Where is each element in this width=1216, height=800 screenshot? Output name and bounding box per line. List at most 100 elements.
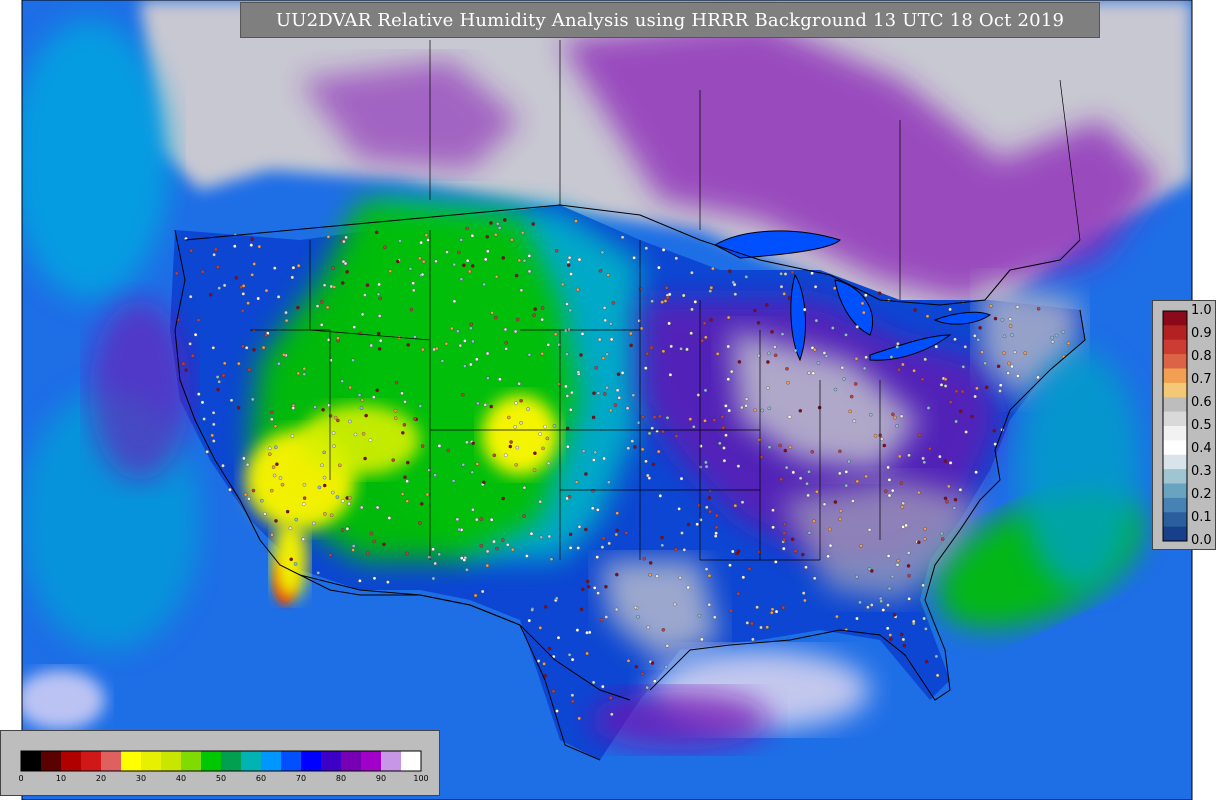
station-dot — [807, 531, 812, 535]
station-dot — [827, 527, 832, 532]
station-dot — [190, 354, 195, 358]
station-dot — [912, 368, 916, 373]
station-dot — [790, 270, 795, 274]
station-dot — [642, 556, 647, 561]
station-dot — [495, 222, 500, 226]
station-dot — [242, 456, 246, 461]
station-dot — [396, 259, 400, 264]
station-dot — [458, 343, 463, 348]
station-dot — [934, 344, 939, 349]
station-dot — [860, 301, 865, 306]
station-dot — [736, 464, 741, 468]
station-colorbar-panel: 1.0 0.9 0.8 0.7 0.6 0.5 0.4 0.3 0.2 0.1 0.0 — [1152, 300, 1216, 550]
station-dot — [644, 246, 649, 250]
station-dot — [566, 263, 571, 267]
station-dot — [698, 465, 703, 469]
station-dot — [476, 401, 480, 406]
station-dot — [332, 285, 337, 289]
station-dot — [664, 665, 669, 669]
station-dot — [540, 351, 544, 356]
station-dot — [485, 549, 490, 554]
station-dot — [217, 286, 221, 290]
station-dot — [540, 306, 545, 310]
station-dot — [369, 343, 373, 348]
station-dot — [911, 619, 916, 624]
station-dot — [557, 382, 562, 386]
station-colorbar-swatch — [1163, 354, 1187, 369]
station-dot — [897, 367, 901, 372]
station-dot — [1061, 330, 1066, 334]
station-dot — [1008, 324, 1013, 328]
station-dot — [804, 565, 808, 569]
station-dot — [728, 269, 732, 273]
station-dot — [1050, 340, 1055, 344]
station-dot — [533, 307, 537, 311]
map-panel — [0, 0, 1216, 800]
station-dot — [870, 603, 874, 607]
station-dot — [341, 281, 345, 285]
station-dot — [1010, 364, 1014, 369]
station-dot — [943, 384, 948, 388]
station-dot — [952, 506, 957, 510]
station-dot — [555, 709, 559, 713]
station-dot — [847, 459, 851, 464]
station-dot — [234, 276, 239, 280]
station-dot — [814, 318, 819, 323]
station-dot — [705, 505, 709, 510]
station-dot — [816, 361, 821, 365]
station-dot — [917, 540, 921, 545]
station-dot — [574, 480, 579, 484]
station-dot — [714, 525, 719, 530]
station-dot — [302, 482, 307, 487]
station-dot — [456, 329, 460, 333]
station-colorbar-tick-label: 0.9 — [1191, 326, 1212, 341]
station-dot — [577, 257, 582, 262]
station-dot — [948, 307, 952, 312]
station-colorbar-swatch — [1163, 411, 1187, 427]
station-dot — [342, 239, 346, 244]
station-dot — [728, 563, 732, 567]
station-dot — [948, 461, 953, 465]
station-dot — [319, 323, 324, 327]
station-dot — [976, 338, 981, 342]
station-dot — [378, 296, 382, 301]
station-dot — [340, 379, 344, 383]
station-dot — [615, 388, 620, 392]
station-dot — [322, 283, 327, 287]
station-dot — [358, 579, 362, 583]
station-dot — [247, 497, 251, 501]
station-dot — [585, 579, 590, 584]
station-dot — [731, 549, 735, 554]
station-dot — [922, 616, 926, 621]
station-dot — [784, 465, 789, 470]
station-dot — [852, 419, 857, 423]
station-dot — [736, 549, 741, 553]
station-dot — [501, 256, 506, 260]
rh-colorbar-swatch — [281, 751, 302, 771]
station-dot — [663, 299, 668, 303]
station-dot — [645, 351, 649, 356]
station-dot — [188, 294, 193, 299]
rh-colorbar-tick-label: 70 — [295, 774, 307, 783]
station-dot — [901, 501, 905, 506]
station-dot — [656, 449, 661, 454]
station-dot — [832, 286, 837, 290]
station-dot — [282, 353, 286, 357]
station-dot — [928, 446, 932, 451]
station-dot — [660, 300, 664, 304]
station-dot — [184, 368, 188, 372]
station-dot — [811, 371, 816, 376]
station-dot — [661, 248, 666, 252]
station-dot — [810, 450, 814, 454]
station-dot — [489, 517, 494, 522]
station-dot — [640, 447, 645, 452]
station-dot — [469, 322, 474, 327]
station-dot — [222, 361, 227, 366]
station-dot — [844, 470, 849, 474]
station-dot — [577, 716, 581, 721]
station-dot — [668, 373, 673, 377]
station-dot — [601, 356, 606, 360]
station-dot — [465, 258, 470, 263]
station-dot — [887, 493, 892, 498]
station-dot — [264, 288, 269, 293]
